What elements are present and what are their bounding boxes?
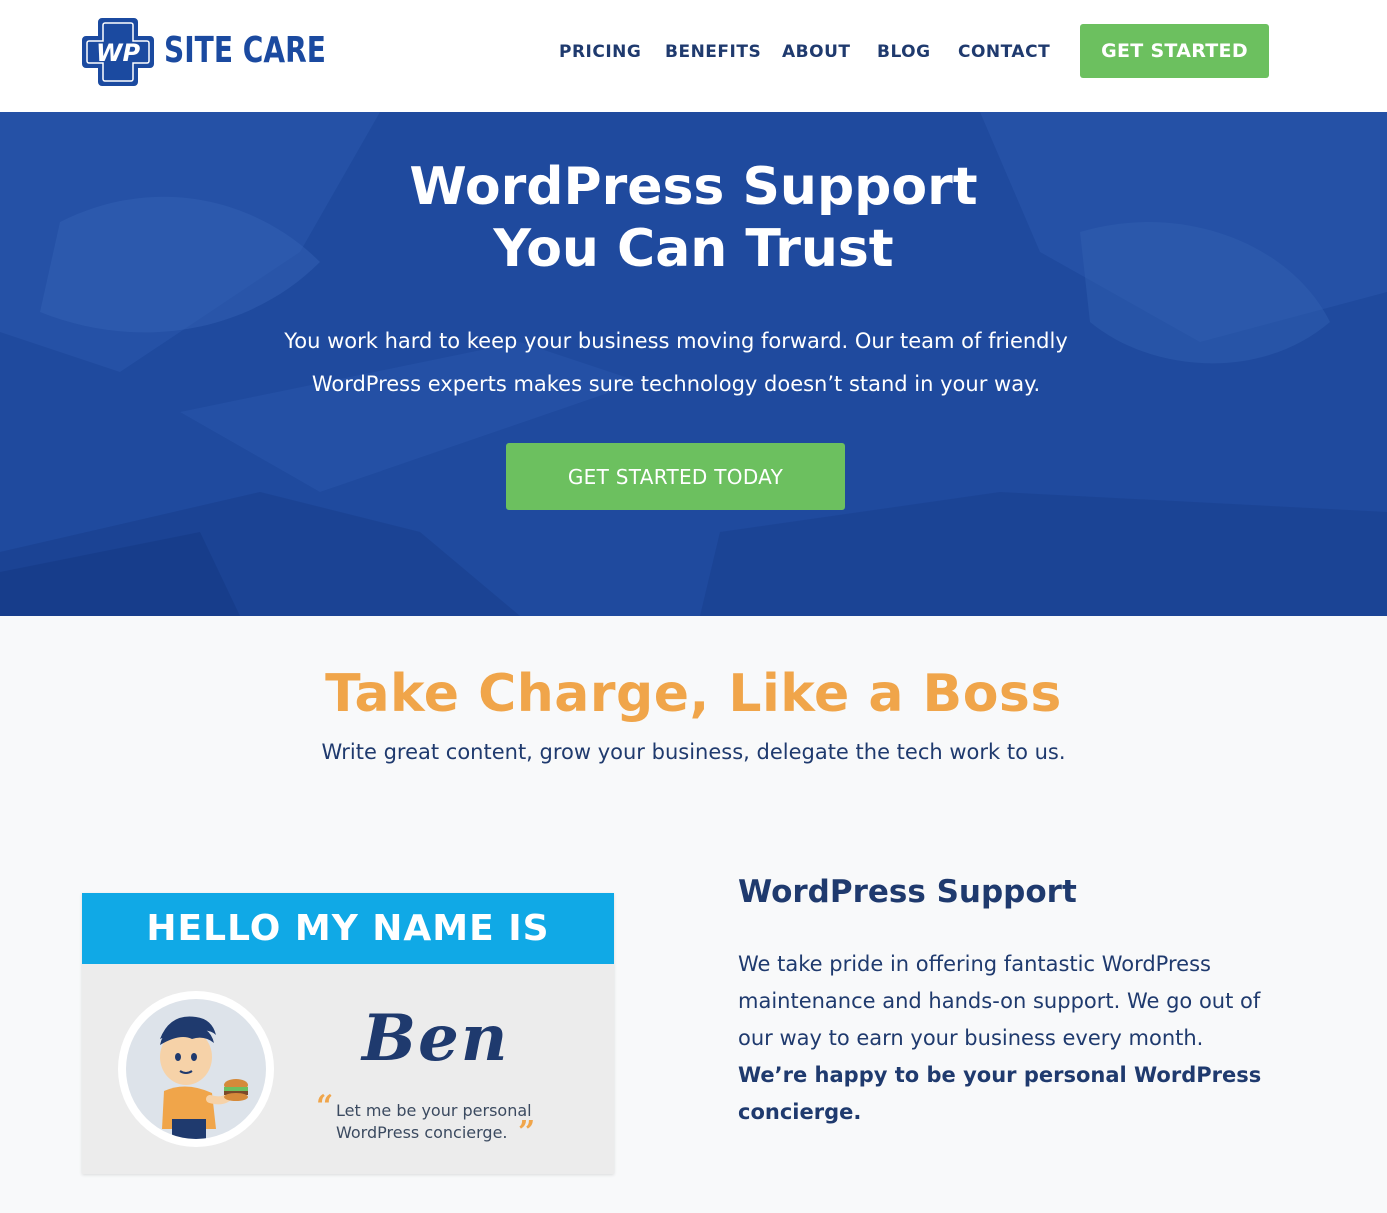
- name-badge-card: HELLO MY NAME IS Ben “ Let me be your pe…: [82, 893, 614, 1174]
- badge-header: HELLO MY NAME IS: [82, 893, 614, 964]
- support-body-bold: We’re happy to be your personal WordPres…: [738, 1063, 1262, 1124]
- nav-pricing[interactable]: PRICING: [559, 42, 641, 62]
- site-header: WP SITE CARE PRICING BENEFITS ABOUT BLOG…: [0, 0, 1387, 112]
- support-body-text: We take pride in offering fantastic Word…: [738, 952, 1261, 1050]
- quote-open-icon: “: [316, 1089, 334, 1124]
- quote-close-icon: ”: [518, 1115, 536, 1150]
- get-started-today-button[interactable]: GET STARTED TODAY: [506, 443, 845, 510]
- logo-cross-icon: WP: [82, 18, 154, 86]
- avatar-circle: [126, 999, 266, 1139]
- hero-title: WordPress Support You Can Trust: [0, 156, 1387, 280]
- get-started-button[interactable]: GET STARTED: [1080, 24, 1269, 78]
- hero-section: WordPress Support You Can Trust You work…: [0, 112, 1387, 616]
- ben-character-illustration: [160, 1016, 248, 1139]
- site-logo[interactable]: WP SITE CARE: [82, 16, 326, 88]
- logo-wordmark: SITE CARE: [164, 30, 326, 71]
- nav-about[interactable]: ABOUT: [782, 42, 850, 62]
- section-title: Take Charge, Like a Boss: [325, 664, 1062, 724]
- hero-title-line2: You Can Trust: [493, 219, 894, 279]
- hero-subtitle: You work hard to keep your business movi…: [284, 329, 1068, 396]
- support-title: WordPress Support: [738, 874, 1077, 910]
- logo-mark-text: WP: [96, 39, 140, 67]
- badge-name: Ben: [362, 1001, 510, 1076]
- support-body: We take pride in offering fantastic Word…: [738, 946, 1278, 1131]
- section-subtitle: Write great content, grow your business,…: [321, 740, 1066, 764]
- hero-title-line1: WordPress Support: [409, 157, 978, 217]
- badge-quote: Let me be your personal WordPress concie…: [336, 1101, 532, 1142]
- nav-blog[interactable]: BLOG: [877, 42, 931, 62]
- nav-benefits[interactable]: BENEFITS: [665, 42, 761, 62]
- nav-contact[interactable]: CONTACT: [958, 42, 1050, 62]
- avatar: [118, 991, 274, 1147]
